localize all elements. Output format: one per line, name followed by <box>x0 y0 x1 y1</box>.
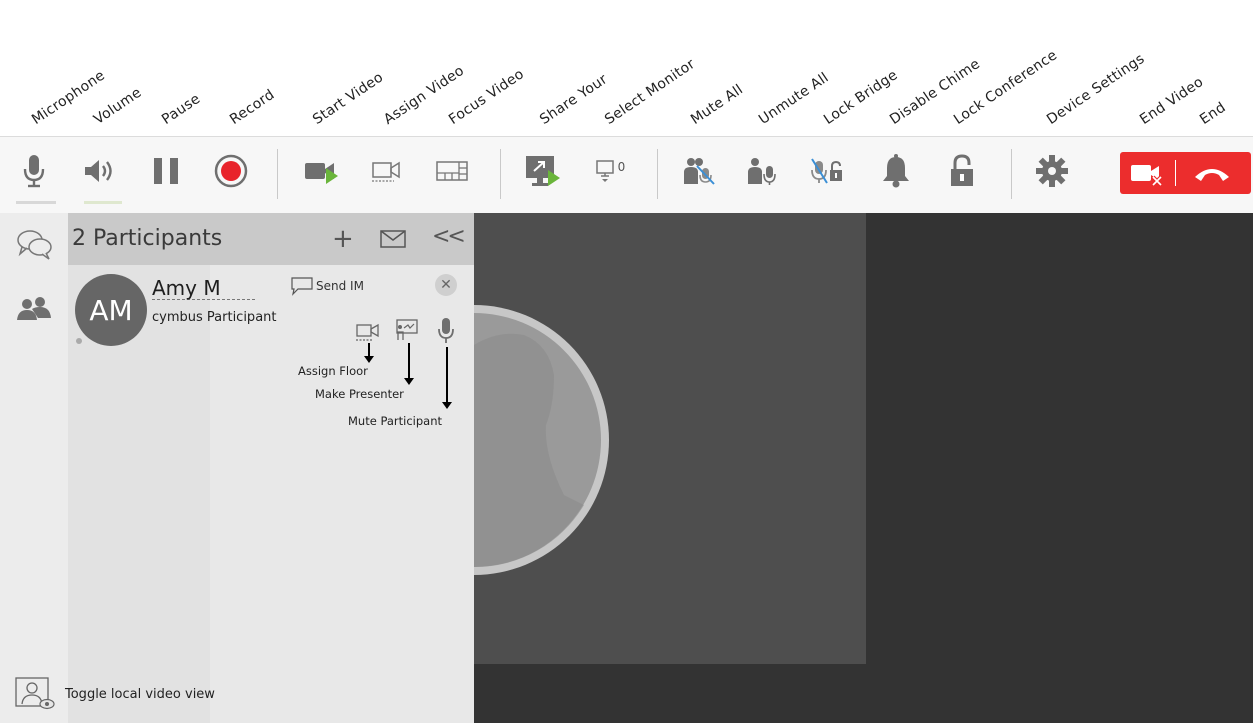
share-screen-icon <box>526 156 560 186</box>
annotation-end-video: End Video <box>1137 73 1207 128</box>
assign-floor-label: Assign Floor <box>298 364 368 378</box>
focus-video-icon <box>436 161 468 181</box>
toggle-local-video-button[interactable]: Toggle local video view <box>15 677 215 711</box>
focus-video-button[interactable] <box>432 151 472 191</box>
hang-up-icon <box>1195 169 1229 181</box>
make-presenter-button[interactable] <box>394 318 420 346</box>
microphone-level-bar <box>16 201 56 204</box>
avatar: AM <box>75 274 147 346</box>
annotation-record: Record <box>227 86 278 128</box>
participants-title: 2 Participants <box>72 226 223 251</box>
annotation-start-video: Start Video <box>310 69 387 128</box>
lock-bridge-button[interactable] <box>808 151 848 191</box>
envelope-icon <box>380 230 406 248</box>
mute-participant-button[interactable] <box>438 317 454 349</box>
volume-button[interactable] <box>80 151 120 191</box>
volume-level-bar <box>84 201 122 204</box>
send-im-button[interactable]: Send IM <box>290 276 364 296</box>
select-monitor-button[interactable]: 0 <box>588 151 632 191</box>
close-icon: ✕ <box>440 277 452 293</box>
participant-silhouette <box>474 305 609 575</box>
presence-status-dot <box>76 338 82 344</box>
chat-tab[interactable] <box>16 228 54 264</box>
annotation-end: End <box>1197 99 1229 128</box>
mute-participant-label: Mute Participant <box>348 414 443 428</box>
disable-chime-button[interactable] <box>876 151 916 191</box>
local-video-eye-icon <box>15 677 55 710</box>
chat-bubbles-icon <box>17 230 52 260</box>
annotation-mute-all: Mute All <box>688 81 747 128</box>
participants-tab[interactable] <box>16 296 52 328</box>
monitor-count: 0 <box>617 160 626 174</box>
mute-participant-arrow <box>442 347 452 409</box>
toolbar-separator <box>277 149 278 199</box>
record-icon <box>214 154 248 188</box>
mute-all-button[interactable] <box>679 151 719 191</box>
participant-role: cymbus Participant <box>152 310 277 325</box>
annotation-select-monitor: Select Monitor <box>602 55 699 128</box>
toggle-local-video-label: Toggle local video view <box>65 686 215 702</box>
sidebar-rail <box>0 213 68 723</box>
presenter-icon <box>396 319 418 340</box>
unmute-all-icon <box>748 158 776 185</box>
lock-bridge-icon <box>811 158 842 184</box>
assign-floor-arrow <box>364 343 374 363</box>
device-settings-button[interactable] <box>1032 151 1072 191</box>
start-video-button[interactable] <box>302 151 342 191</box>
end-call-button[interactable] <box>1192 153 1232 193</box>
collapse-panel-button[interactable]: << <box>432 224 466 249</box>
bell-icon <box>883 154 909 188</box>
video-camera-icon <box>305 163 338 184</box>
chat-bubble-icon <box>291 277 313 296</box>
pause-icon <box>154 158 178 184</box>
unmute-all-button[interactable] <box>743 151 783 191</box>
mute-all-icon <box>684 158 715 185</box>
end-divider <box>1175 160 1176 186</box>
toolbar-separator <box>500 149 501 199</box>
remove-participant-button[interactable]: ✕ <box>435 274 457 296</box>
microphone-icon <box>438 318 454 343</box>
annotation-share-your: Share Your <box>537 71 611 128</box>
end-video-icon <box>1131 165 1163 186</box>
record-button[interactable] <box>211 151 251 191</box>
microphone-button[interactable] <box>14 151 54 191</box>
gear-icon <box>1036 155 1068 187</box>
make-presenter-arrow <box>404 343 414 385</box>
pause-button[interactable] <box>146 151 186 191</box>
microphone-icon <box>23 155 45 188</box>
speaker-icon <box>85 160 112 182</box>
annotation-pause: Pause <box>159 90 204 128</box>
toolbar-separator <box>657 149 658 199</box>
assign-video-button[interactable] <box>367 151 407 191</box>
lock-conference-button[interactable] <box>942 151 982 191</box>
annotation-lock-bridge: Lock Bridge <box>821 67 901 128</box>
end-controls <box>1120 152 1251 194</box>
annotation-unmute-all: Unmute All <box>756 69 832 128</box>
toolbar-separator <box>1011 149 1012 199</box>
annotation-device-settings: Device Settings <box>1044 50 1148 129</box>
assign-video-icon <box>372 161 400 182</box>
participant-name: Amy M <box>152 277 255 300</box>
share-screen-button[interactable] <box>523 151 563 191</box>
unlock-icon <box>951 154 973 186</box>
make-presenter-label: Make Presenter <box>315 387 404 401</box>
invite-email-button[interactable] <box>380 230 406 252</box>
add-participant-button[interactable]: + <box>332 224 354 254</box>
monitor-icon <box>595 160 614 182</box>
end-video-button[interactable] <box>1128 153 1168 193</box>
conference-toolbar: 0 <box>0 136 1253 214</box>
assign-floor-icon <box>356 323 379 341</box>
people-icon <box>17 297 51 320</box>
annotation-volume: Volume <box>91 84 145 128</box>
send-im-label: Send IM <box>316 279 364 293</box>
